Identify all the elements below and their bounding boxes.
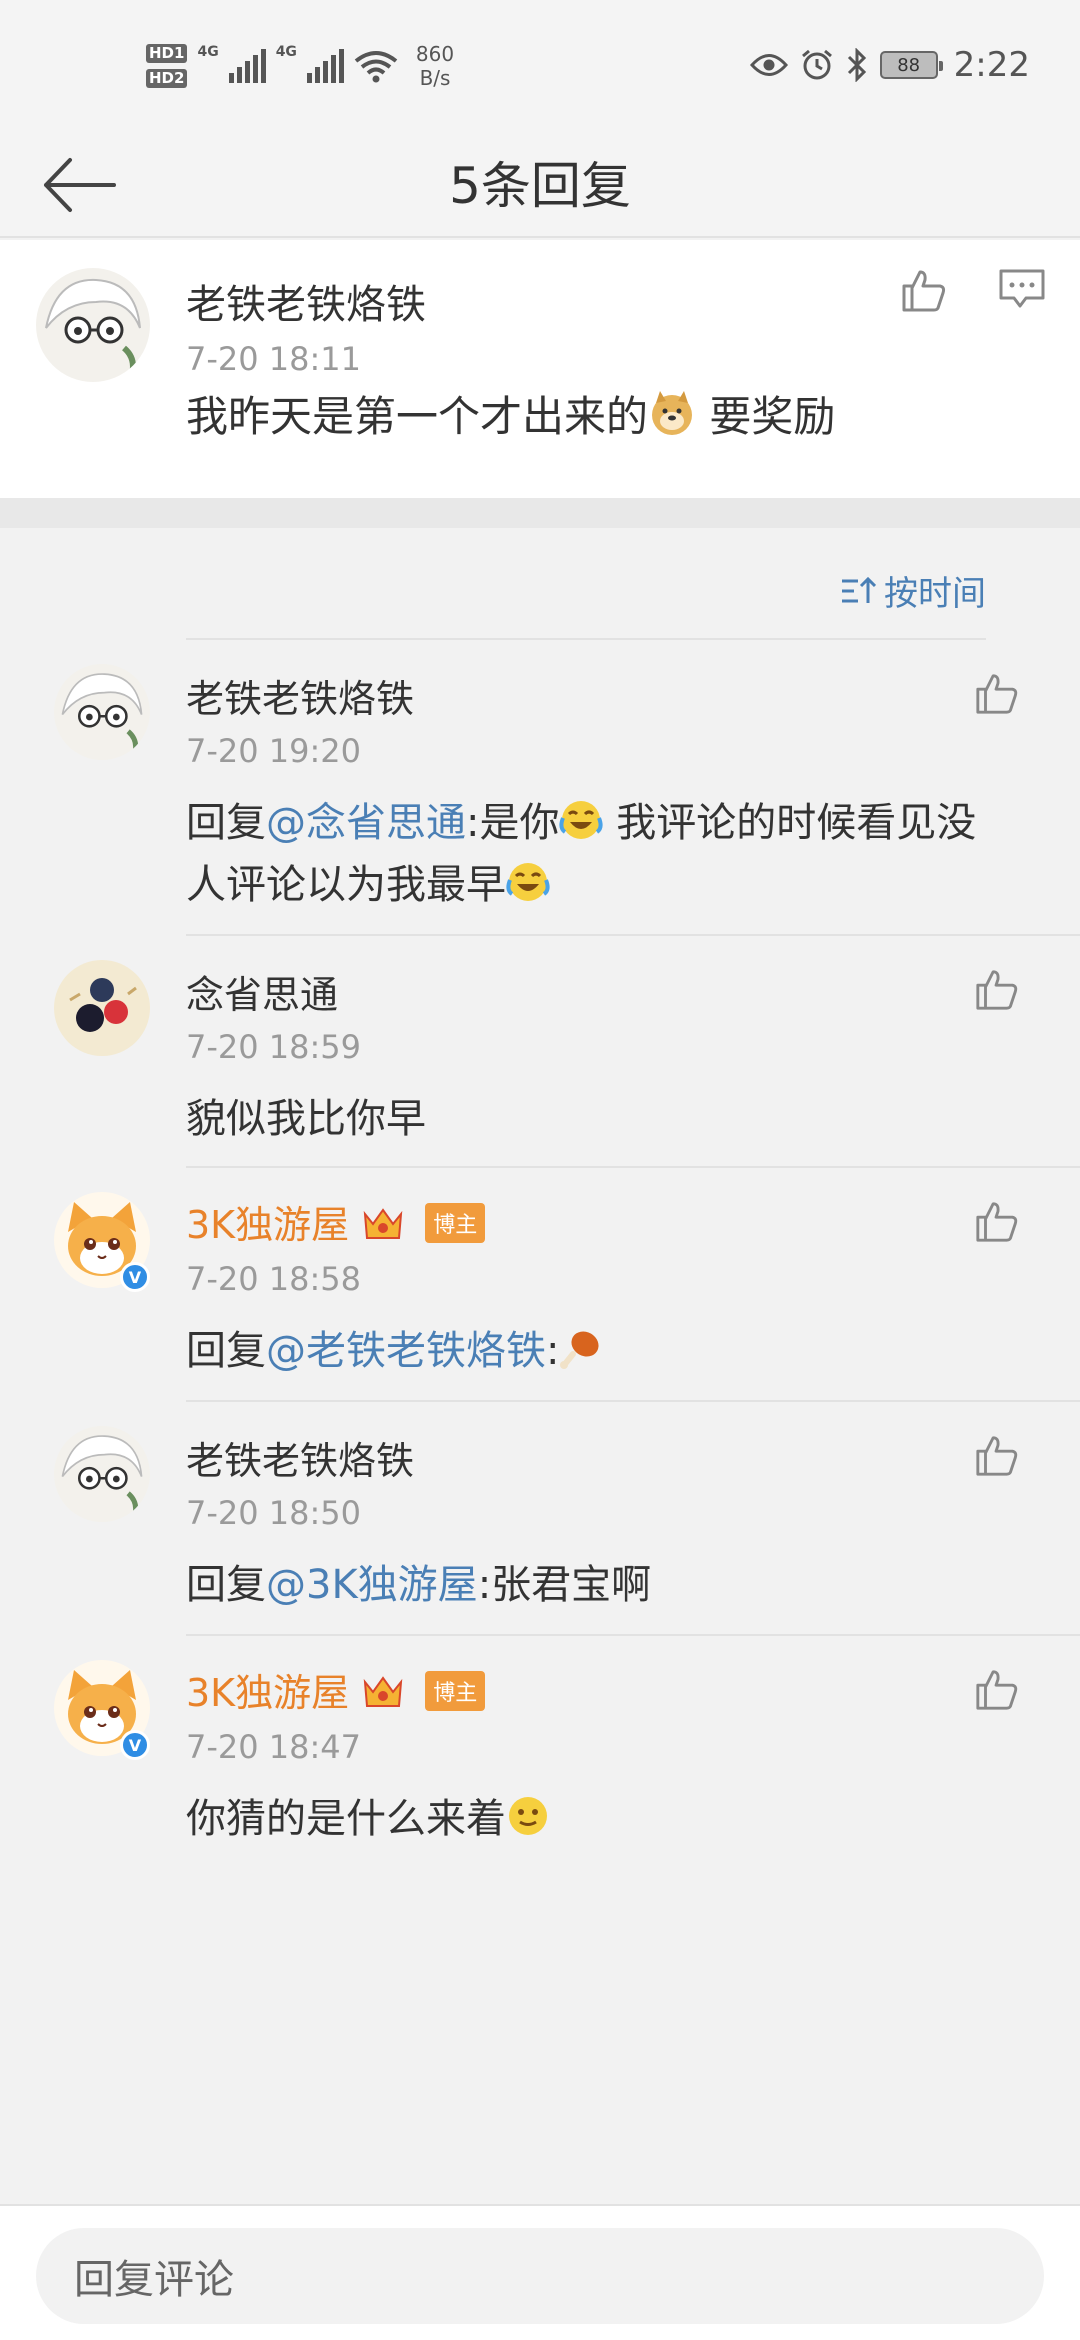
verified-badge-icon: V xyxy=(120,1730,150,1760)
net1-label: 4G xyxy=(197,44,219,60)
reply-placeholder: 回复评论 xyxy=(74,2257,234,2303)
reply-author[interactable]: 3K独游屋 博主 xyxy=(186,1662,486,1717)
reply-item: V 3K独游屋 博主 7-20 18:58 回复@老铁老铁烙铁: xyxy=(0,1168,1080,1402)
sort-button[interactable]: 按时间 xyxy=(840,566,986,615)
like-icon[interactable] xyxy=(974,966,1020,1012)
reply-text-part1: 你猜的是什么来着 xyxy=(186,1796,506,1842)
like-icon[interactable] xyxy=(900,266,948,314)
comment-author[interactable]: 老铁老铁烙铁 xyxy=(186,272,426,330)
avatar[interactable] xyxy=(54,960,150,1056)
reply-text: 回复@3K独游屋:张君宝啊 xyxy=(186,1554,651,1616)
reply-prefix: 回复 xyxy=(186,800,266,846)
net2-label: 4G xyxy=(275,44,297,60)
avatar[interactable] xyxy=(54,664,150,760)
avatar[interactable] xyxy=(54,1426,150,1522)
reply-text-part3: 人评论以为我最早 xyxy=(186,862,506,908)
reply-author-name: 3K独游屋 xyxy=(186,1671,350,1715)
status-right: 88 2:22 xyxy=(749,40,1030,90)
reply-author[interactable]: 老铁老铁烙铁 xyxy=(186,1430,414,1485)
nav-bar: 5条回复 xyxy=(0,130,1080,238)
like-icon[interactable] xyxy=(974,670,1020,716)
comment-text: 我昨天是第一个才出来的 要奖励 xyxy=(186,386,835,448)
smile-emoji-icon xyxy=(509,1797,547,1835)
mention-link[interactable]: @念省思通 xyxy=(266,800,466,846)
hd-indicators: HD1 HD2 xyxy=(146,44,188,88)
wifi-icon xyxy=(354,51,398,83)
reply-author[interactable]: 老铁老铁烙铁 xyxy=(186,668,414,723)
mention-link[interactable]: @3K独游屋 xyxy=(266,1562,478,1608)
status-left: HD1 HD2 4G 4G 860 B/s xyxy=(146,34,454,98)
reply-text: 你猜的是什么来着 xyxy=(186,1788,550,1850)
hd2-label: HD2 xyxy=(146,69,188,88)
reply-author[interactable]: 3K独游屋 博主 xyxy=(186,1194,486,1249)
reply-item: V 3K独游屋 博主 7-20 18:47 你猜的是什么来着 xyxy=(0,1636,1080,1876)
sort-icon xyxy=(842,576,876,603)
section-divider xyxy=(0,498,1080,528)
reply-time: 7-20 18:58 xyxy=(186,1260,362,1298)
signal-1-icon xyxy=(228,49,266,83)
laugh-cry-emoji-icon xyxy=(506,863,550,901)
verified-badge-icon: V xyxy=(120,1262,150,1292)
reply-text-part1: : xyxy=(546,1328,560,1374)
main-comment: 老铁老铁烙铁 7-20 18:11 我昨天是第一个才出来的 要奖励 xyxy=(0,240,1080,498)
battery-level: 88 xyxy=(897,54,921,76)
reply-input[interactable]: 回复评论 xyxy=(36,2228,1044,2324)
comment-text-part1: 我昨天是第一个才出来的 xyxy=(186,392,649,441)
laugh-cry-emoji-icon xyxy=(559,801,604,839)
reply-item: 老铁老铁烙铁 7-20 19:20 回复@念省思通:是你 我评论的时候看见没人评… xyxy=(0,640,1080,936)
reply-item: 念省思通 7-20 18:59 貌似我比你早 xyxy=(0,936,1080,1168)
network-speed: 860 B/s xyxy=(416,42,454,90)
like-icon[interactable] xyxy=(974,1666,1020,1712)
sort-label: 按时间 xyxy=(884,574,986,614)
reply-text: 回复@老铁老铁烙铁: xyxy=(186,1320,603,1382)
comment-text-part2: 要奖励 xyxy=(696,392,836,441)
alarm-icon xyxy=(801,49,832,80)
clock: 2:22 xyxy=(953,45,1030,85)
like-icon[interactable] xyxy=(974,1432,1020,1478)
crown-icon xyxy=(363,1208,403,1239)
reply-item: 老铁老铁烙铁 7-20 18:50 回复@3K独游屋:张君宝啊 xyxy=(0,1402,1080,1636)
crown-icon xyxy=(363,1676,403,1707)
doge-emoji-icon xyxy=(652,391,693,435)
eye-icon xyxy=(749,54,788,76)
speed-value: 860 xyxy=(415,42,455,66)
reply-text: 回复@念省思通:是你 我评论的时候看见没人评论以为我最早 xyxy=(186,792,1026,916)
comment-icon[interactable] xyxy=(998,268,1046,310)
reply-text-part1: :张君宝啊 xyxy=(477,1562,652,1608)
blogger-badge: 博主 xyxy=(425,1203,486,1243)
chicken-leg-emoji-icon xyxy=(560,1331,600,1369)
reply-text-part2: 我评论的时候看见没 xyxy=(603,800,977,846)
bottom-bar: 回复评论 xyxy=(0,2204,1080,2340)
status-bar: HD1 HD2 4G 4G 860 B/s 88 2:22 xyxy=(0,0,1080,130)
hd1-label: HD1 xyxy=(146,44,188,63)
avatar[interactable] xyxy=(36,268,150,382)
reply-time: 7-20 18:59 xyxy=(186,1028,362,1066)
page-title: 5条回复 xyxy=(449,157,631,215)
reply-time: 7-20 18:47 xyxy=(186,1728,362,1766)
bluetooth-icon xyxy=(847,48,866,82)
reply-prefix: 回复 xyxy=(186,1562,266,1608)
reply-author[interactable]: 念省思通 xyxy=(186,964,338,1019)
blogger-badge: 博主 xyxy=(425,1671,486,1711)
reply-time: 7-20 18:50 xyxy=(186,1494,362,1532)
comment-time: 7-20 18:11 xyxy=(186,340,362,378)
reply-time: 7-20 19:20 xyxy=(186,732,362,770)
battery-icon: 88 xyxy=(879,51,943,79)
reply-author-name: 3K独游屋 xyxy=(186,1203,350,1247)
reply-text-part1: :是你 xyxy=(466,800,560,846)
like-icon[interactable] xyxy=(974,1198,1020,1244)
mention-link[interactable]: @老铁老铁烙铁 xyxy=(266,1328,546,1374)
reply-text: 貌似我比你早 xyxy=(186,1096,426,1142)
reply-prefix: 回复 xyxy=(186,1328,266,1374)
speed-unit: B/s xyxy=(419,66,451,90)
signal-2-icon xyxy=(306,49,344,83)
